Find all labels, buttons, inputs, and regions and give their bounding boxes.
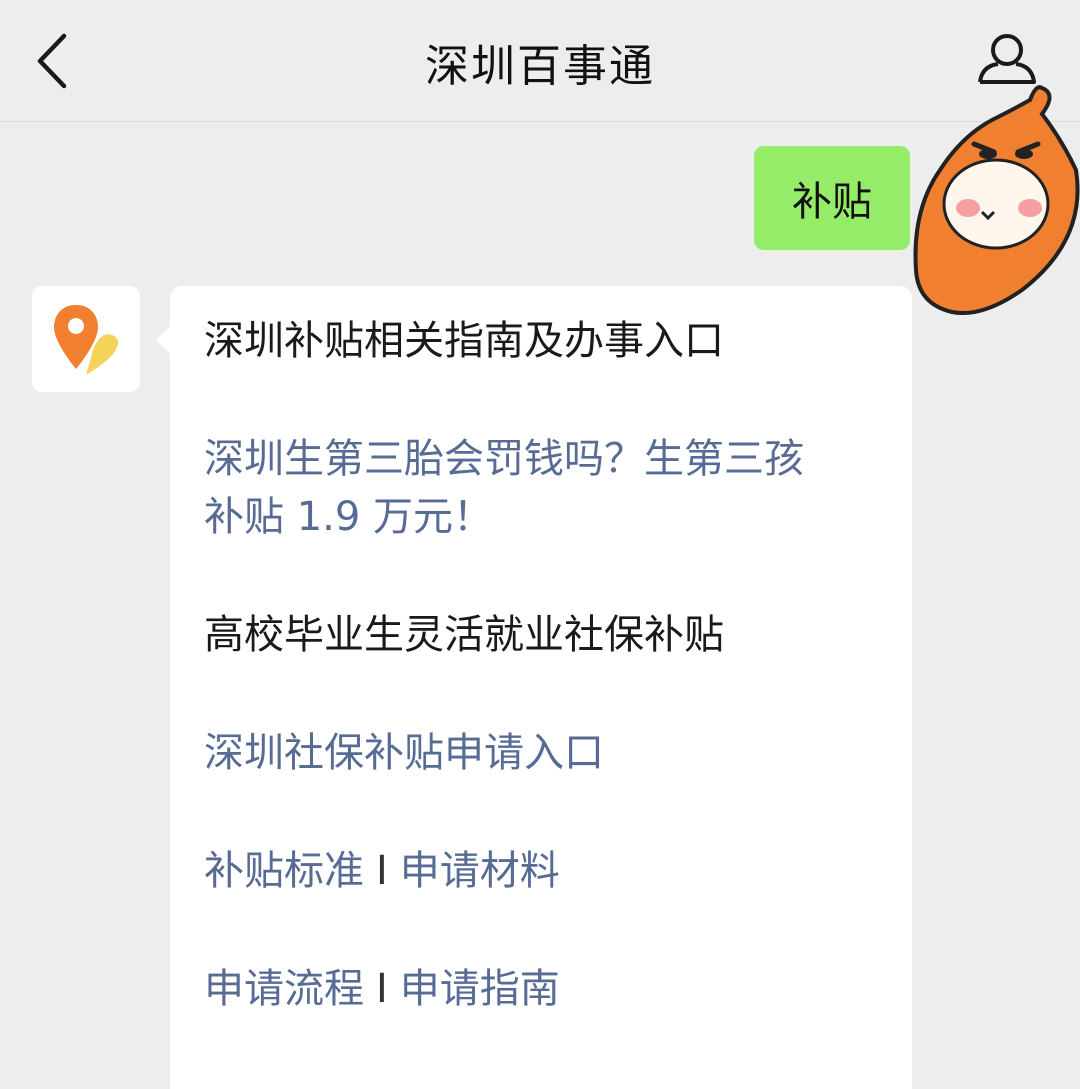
bot-heading: 深圳补贴相关指南及办事入口 xyxy=(204,318,724,364)
application-materials-link[interactable]: 申请材料 xyxy=(400,848,560,894)
social-security-subsidy-link[interactable]: 深圳社保补贴申请入口 xyxy=(204,724,604,782)
back-button[interactable] xyxy=(26,26,86,96)
third-child-link-line2[interactable]: 补贴 1.9 万元！ xyxy=(204,488,493,546)
application-guide-link[interactable]: 申请指南 xyxy=(400,966,560,1012)
separator: I xyxy=(376,966,388,1012)
chat-title: 深圳百事通 xyxy=(425,41,655,92)
graduate-subsidy-heading: 高校毕业生灵活就业社保补贴 xyxy=(204,612,724,658)
chevron-left-icon xyxy=(37,33,67,89)
application-process-link[interactable]: 申请流程 xyxy=(204,966,364,1012)
user-message-text: 补贴 xyxy=(792,179,872,225)
user-avatar[interactable] xyxy=(912,80,1080,320)
third-child-link-line1[interactable]: 深圳生第三胎会罚钱吗？生第三孩 xyxy=(204,430,804,488)
bot-avatar[interactable] xyxy=(32,286,140,392)
map-pin-icon xyxy=(54,305,119,375)
separator: I xyxy=(376,848,388,894)
subsidy-standard-link[interactable]: 补贴标准 xyxy=(204,848,364,894)
link-row-2: 申请流程 I 申请指南 xyxy=(204,960,560,1018)
chat-screen: 深圳百事通 补贴 深圳补贴相关指南及办事入口 深圳生第三胎会罚钱吗？生第三孩 补… xyxy=(0,0,1080,1089)
bot-message-bubble: 深圳补贴相关指南及办事入口 深圳生第三胎会罚钱吗？生第三孩 补贴 1.9 万元！… xyxy=(156,286,912,1089)
link-row-1: 补贴标准 I 申请材料 xyxy=(204,842,560,900)
user-message-bubble[interactable]: 补贴 xyxy=(754,146,910,250)
